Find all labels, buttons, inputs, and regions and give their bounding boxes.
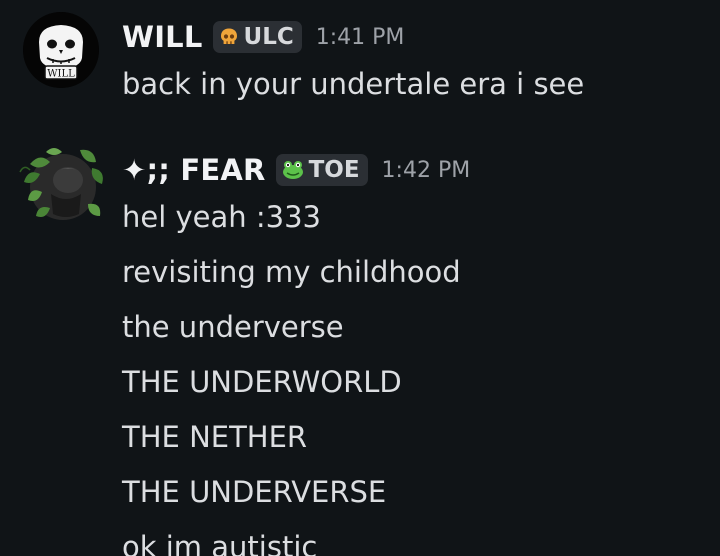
avatar[interactable]: WILL (23, 12, 99, 88)
clan-tag-label: ULC (243, 24, 294, 50)
skull-avatar-icon: WILL (23, 12, 99, 88)
message-header: WILL ULC 1:41 PM (122, 17, 404, 57)
clan-tag[interactable]: TOE (275, 154, 368, 186)
clan-tag[interactable]: ULC (212, 21, 302, 53)
message-text: THE UNDERVERSE (122, 475, 387, 509)
username[interactable]: ✦;; FEAR (122, 153, 266, 187)
message-text: back in your undertale era i see (122, 67, 585, 101)
skull-icon (220, 28, 237, 44)
message-text: THE UNDERWORLD (122, 365, 402, 399)
message-header: ✦;; FEAR TOE 1:42 PM (122, 150, 470, 190)
message-text: hel yeah :333 (122, 200, 321, 234)
message-text: THE NETHER (122, 420, 308, 454)
username[interactable]: WILL (122, 20, 203, 54)
leaf-wreath-avatar-icon (19, 148, 103, 220)
timestamp: 1:41 PM (315, 24, 405, 50)
message-text: revisiting my childhood (122, 255, 461, 289)
message-text: ok im autistic (122, 530, 318, 556)
message-text: the underverse (122, 310, 344, 344)
frog-icon (282, 161, 303, 179)
svg-text:WILL: WILL (47, 69, 75, 80)
clan-tag-label: TOE (308, 157, 360, 183)
avatar[interactable] (18, 142, 108, 232)
timestamp: 1:42 PM (381, 157, 471, 183)
